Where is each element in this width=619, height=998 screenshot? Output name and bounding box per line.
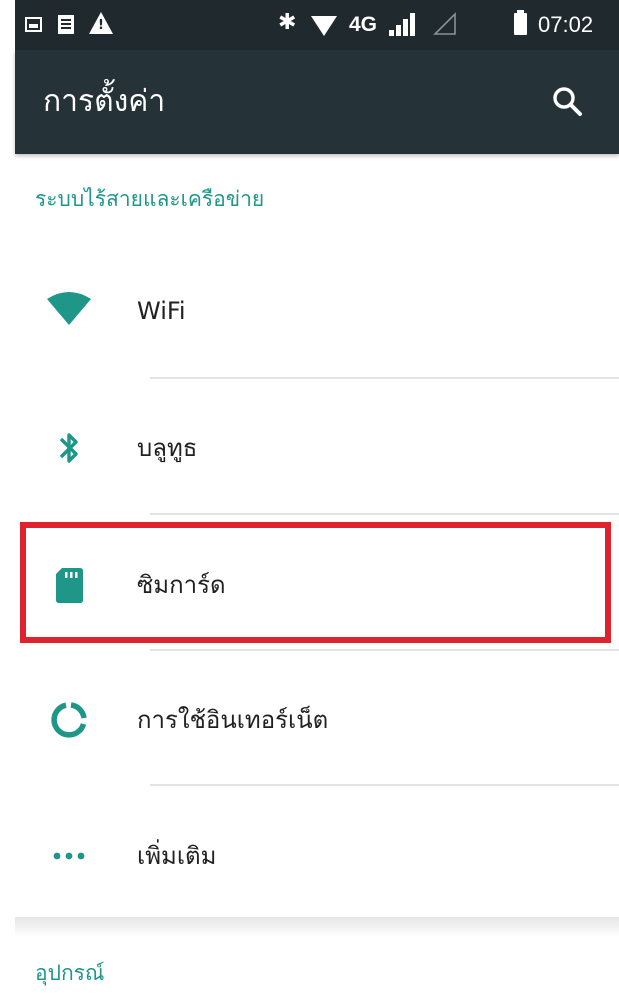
settings-item-label: WiFi: [137, 297, 186, 325]
settings-item-data-usage[interactable]: การใช้อินเทอร์เน็ต: [15, 652, 619, 788]
section-divider: [15, 917, 619, 937]
more-icon: [45, 832, 93, 880]
battery-icon: [514, 10, 527, 35]
signal-empty-icon: [433, 12, 456, 35]
search-icon: [553, 87, 582, 116]
wifi-icon: [45, 287, 93, 335]
warning-icon: [89, 12, 113, 34]
bluetooth-icon: [45, 424, 93, 472]
divider: [150, 649, 619, 651]
divider: [150, 784, 619, 786]
section-header-device: อุปกรณ์: [35, 961, 105, 985]
wifi-icon: [311, 16, 337, 36]
network-type: 4G: [349, 13, 378, 36]
bluetooth-icon: ✱: [278, 10, 297, 35]
page-title: การตั้งค่า: [43, 84, 166, 119]
settings-item-label: เพิ่มเติม: [137, 842, 217, 870]
settings-item-label: การใช้อินเทอร์เน็ต: [137, 706, 329, 734]
signal-icon: [389, 13, 421, 36]
section-header-wireless: ระบบไร้สายและเครือข่าย: [35, 187, 265, 211]
data-usage-icon: [45, 696, 93, 744]
settings-item-label: บลูทูธ: [137, 434, 198, 462]
divider: [150, 513, 619, 515]
search-button[interactable]: [547, 81, 589, 123]
settings-item-wifi[interactable]: WiFi: [15, 243, 619, 379]
status-bar: ✱ 4G 07:02: [15, 0, 619, 50]
status-time: 07:02: [538, 12, 594, 37]
settings-screen: ✱ 4G 07:02 การตั้งค่า ระบบไร้สายและเครือ…: [15, 0, 619, 998]
settings-item-more[interactable]: เพิ่มเติม: [15, 788, 619, 924]
document-icon: [58, 15, 74, 34]
app-bar: การตั้งค่า: [15, 50, 619, 154]
image-icon: [25, 17, 42, 32]
settings-item-bluetooth[interactable]: บลูทูธ: [15, 380, 619, 516]
divider: [150, 377, 619, 379]
highlight-box: [20, 522, 611, 643]
